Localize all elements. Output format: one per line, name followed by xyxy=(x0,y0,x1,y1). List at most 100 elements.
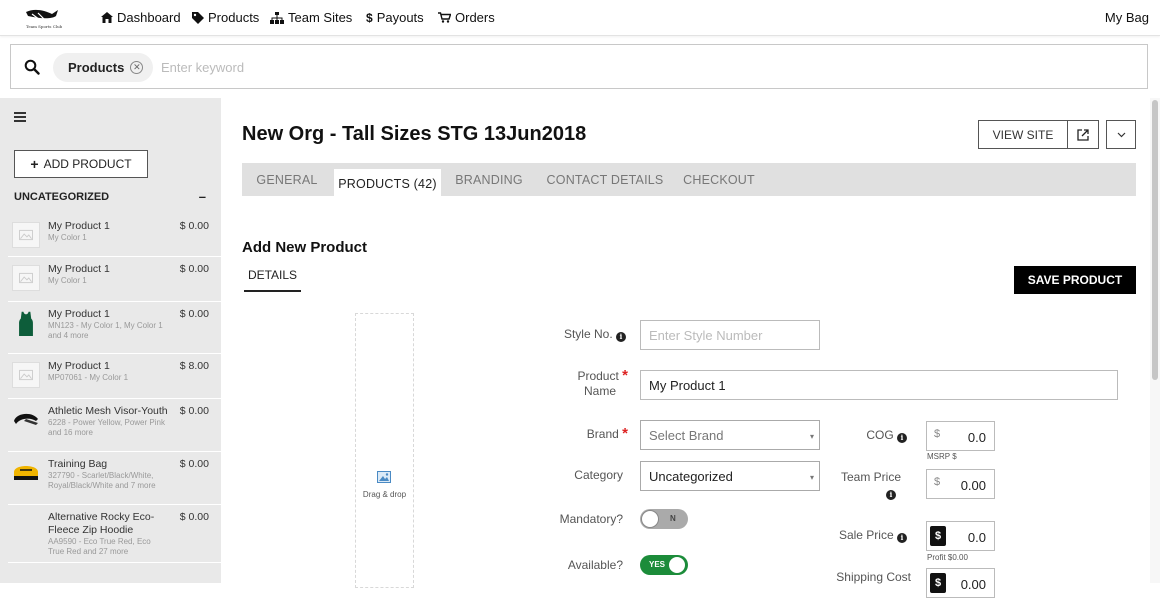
open-external-button[interactable] xyxy=(1068,120,1099,149)
nav-team-sites-label: Team Sites xyxy=(288,10,353,25)
plus-icon: + xyxy=(30,156,39,172)
list-item[interactable]: Training Bag $ 0.00 327790 - Scarlet/Bla… xyxy=(8,452,221,505)
dollar-icon: $ xyxy=(366,10,373,25)
product-sidebar: + ADD PRODUCT UNCATEGORIZED – My Product… xyxy=(0,98,221,583)
tab-checkout[interactable]: CHECKOUT xyxy=(674,163,764,196)
vertical-scrollbar[interactable] xyxy=(1150,98,1160,583)
currency-symbol: $ xyxy=(930,573,946,593)
category-select[interactable]: Uncategorized ▾ xyxy=(640,461,820,491)
list-item[interactable]: Athletic Mesh Visor-Youth $ 0.00 6228 - … xyxy=(8,399,221,452)
available-toggle[interactable]: YES xyxy=(640,555,688,575)
collapse-icon[interactable]: – xyxy=(199,190,206,203)
tab-products[interactable]: PRODUCTS (42) xyxy=(334,169,441,198)
available-state: YES xyxy=(649,560,666,569)
currency-symbol: $ xyxy=(934,476,941,488)
my-bag-link[interactable]: My Bag xyxy=(1105,10,1149,25)
category-select-value: Uncategorized xyxy=(649,469,733,484)
product-price: $ 0.00 xyxy=(179,263,209,275)
view-site-button[interactable]: VIEW SITE xyxy=(978,120,1068,149)
cog-value: 0.0 xyxy=(967,430,986,445)
brand-select[interactable]: Select Brand ▾ xyxy=(640,420,820,450)
product-list: My Product 1 $ 0.00 My Color 1 My Produc… xyxy=(8,214,221,563)
menu-icon[interactable] xyxy=(14,112,26,122)
brand-select-value: Select Brand xyxy=(649,428,724,443)
more-options-button[interactable] xyxy=(1106,120,1136,149)
nav-team-sites[interactable]: Team Sites xyxy=(270,10,352,25)
mandatory-label: Mandatory? xyxy=(559,512,623,526)
list-item[interactable]: My Product 1 $ 0.00 MN123 - My Color 1, … xyxy=(8,302,221,354)
brand-label: Brand * xyxy=(546,426,628,442)
chevron-down-icon xyxy=(1117,132,1125,137)
add-product-button[interactable]: + ADD PRODUCT xyxy=(14,150,148,178)
sale-price-value: 0.0 xyxy=(967,530,986,545)
product-price: $ 0.00 xyxy=(179,511,209,523)
list-item[interactable]: My Product 1 $ 8.00 MP07061 - My Color 1 xyxy=(8,354,221,399)
list-item[interactable]: My Product 1 $ 0.00 My Color 1 xyxy=(8,257,221,302)
chip-remove-icon[interactable]: ✕ xyxy=(130,61,144,74)
tab-general[interactable]: GENERAL xyxy=(242,163,332,196)
nav-dashboard[interactable]: Dashboard xyxy=(101,10,181,25)
dropzone-label: Drag & drop xyxy=(362,490,407,499)
sale-price-input[interactable]: $ 0.0 xyxy=(926,521,995,551)
style-number-input[interactable] xyxy=(640,320,820,350)
product-desc: 327790 - Scarlet/Black/White, Royal/Blac… xyxy=(48,471,156,490)
sale-price-label: Sale Price i xyxy=(821,528,907,543)
visor-thumbnail xyxy=(14,413,38,425)
info-icon[interactable]: i xyxy=(616,332,626,342)
team-price-input[interactable]: $ 0.00 xyxy=(926,469,995,499)
search-input[interactable] xyxy=(161,56,761,78)
tab-branding[interactable]: BRANDING xyxy=(446,163,532,196)
tab-details[interactable]: DETAILS xyxy=(244,268,301,292)
list-item[interactable]: Alternative Rocky Eco-Fleece Zip Hoodie … xyxy=(8,505,221,563)
product-desc: My Color 1 xyxy=(48,276,87,285)
cog-label: COG i xyxy=(831,428,907,443)
search-chip-label: Products xyxy=(68,60,125,75)
team-sports-logo[interactable]: Team Sports Club xyxy=(22,4,62,32)
shipping-cost-input[interactable]: $ 0.00 xyxy=(926,568,995,598)
info-icon[interactable]: i xyxy=(897,533,907,543)
team-price-value: 0.00 xyxy=(960,478,986,493)
cog-input[interactable]: $ 0.0 xyxy=(926,421,995,451)
team-price-label: Team Price i xyxy=(831,470,911,500)
product-desc: 6228 - Power Yellow, Power Pink and 16 m… xyxy=(48,418,165,437)
caret-down-icon: ▾ xyxy=(809,432,814,441)
category-header[interactable]: UNCATEGORIZED – xyxy=(14,190,206,203)
category-label: Category xyxy=(574,468,623,482)
product-desc: MN123 - My Color 1, My Color 1 and 4 mor… xyxy=(48,321,163,340)
main-panel: New Org - Tall Sizes STG 13Jun2018 VIEW … xyxy=(221,98,1160,598)
sale-price-label-text: Sale Price xyxy=(838,528,894,542)
search-filter-chip[interactable]: Products ✕ xyxy=(53,53,154,82)
available-label: Available? xyxy=(567,558,623,572)
product-name-input[interactable] xyxy=(640,370,1118,400)
scrollbar-thumb[interactable] xyxy=(1152,100,1158,380)
image-placeholder-icon xyxy=(12,362,40,388)
nav-payouts-label: Payouts xyxy=(376,10,424,25)
msrp-note: MSRP $ xyxy=(927,452,957,461)
nav-orders[interactable]: Orders xyxy=(438,10,495,25)
toggle-knob xyxy=(668,556,686,574)
info-icon[interactable]: i xyxy=(886,490,896,500)
search-bar: Products ✕ xyxy=(10,44,1148,89)
section-title: Add New Product xyxy=(242,239,368,256)
required-asterisk: * xyxy=(622,367,628,384)
search-icon[interactable] xyxy=(24,59,40,75)
profit-note: Profit $0.00 xyxy=(927,553,968,562)
team-price-label-text: Team Price xyxy=(840,470,902,484)
shipping-cost-value: 0.00 xyxy=(960,577,986,592)
home-icon xyxy=(101,12,113,23)
info-icon[interactable]: i xyxy=(897,433,907,443)
image-dropzone[interactable]: Drag & drop xyxy=(355,313,414,588)
list-item[interactable]: My Product 1 $ 0.00 My Color 1 xyxy=(8,214,221,257)
product-name-label-line2: Name xyxy=(583,384,616,398)
product-price: $ 0.00 xyxy=(179,405,209,417)
mandatory-toggle[interactable]: N xyxy=(640,509,688,529)
nav-dashboard-label: Dashboard xyxy=(117,10,181,25)
tank-top-thumbnail xyxy=(19,311,33,336)
style-no-label: Style No. i xyxy=(546,327,626,342)
nav-products[interactable]: Products xyxy=(192,10,259,25)
save-product-button[interactable]: SAVE PRODUCT xyxy=(1014,266,1136,294)
cog-label-text: COG xyxy=(866,428,894,442)
nav-payouts[interactable]: $ Payouts xyxy=(366,10,424,25)
tab-contact-details[interactable]: CONTACT DETAILS xyxy=(538,163,672,196)
caret-down-icon: ▾ xyxy=(809,473,814,482)
